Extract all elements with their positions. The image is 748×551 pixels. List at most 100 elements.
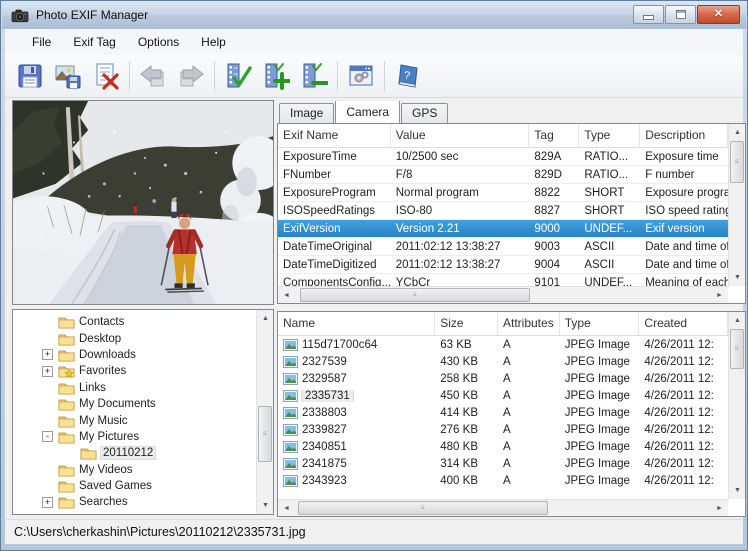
collapse-minus-icon[interactable]: - (42, 431, 53, 442)
tree-item-my-music[interactable]: +My Music (13, 412, 256, 428)
tree-item-saved-games[interactable]: +Saved Games (13, 478, 256, 494)
tree-item-contacts[interactable]: +Contacts (13, 314, 256, 330)
column-header[interactable]: Tag (529, 124, 579, 147)
files-horizontal-scrollbar[interactable]: ◄ ≡ ► (278, 499, 728, 516)
file-cell-created: 4/26/2011 12: (639, 475, 728, 487)
column-header[interactable]: Type (560, 312, 640, 335)
tree-item-label: Desktop (79, 333, 121, 345)
file-cell-attributes: A (498, 441, 560, 453)
tree-item-20110212[interactable]: +20110212 (13, 445, 256, 461)
expand-plus-icon[interactable]: + (42, 366, 53, 377)
column-header[interactable]: Type (579, 124, 640, 147)
tree-item-links[interactable]: +Links (13, 380, 256, 396)
options-button[interactable] (342, 57, 380, 95)
exif-table: Exif NameValueTagTypeDescriptionExposure… (278, 124, 728, 286)
arrow-left-icon (139, 62, 167, 90)
table-row[interactable]: 2339827276 KBAJPEG Image4/26/2011 12: (278, 421, 728, 438)
table-row[interactable]: 115d71700c6463 KBAJPEG Image4/26/2011 12… (278, 336, 728, 353)
table-row[interactable]: DateTimeOriginal2011:02:12 13:38:279003A… (278, 238, 728, 256)
add-tag-button[interactable] (257, 57, 295, 95)
scroll-left-icon[interactable]: ◄ (278, 500, 295, 517)
column-header[interactable]: Value (391, 124, 530, 147)
tree-item-my-documents[interactable]: +My Documents (13, 396, 256, 412)
exif-table-container: Exif NameValueTagTypeDescriptionExposure… (277, 123, 746, 304)
previous-image-button[interactable] (134, 57, 172, 95)
next-image-button[interactable] (172, 57, 210, 95)
scroll-up-icon[interactable]: ▲ (729, 312, 746, 329)
exif-cell-type: ASCII (579, 259, 640, 271)
column-header[interactable]: Attributes (498, 312, 560, 335)
tab-gps[interactable]: GPS (401, 103, 448, 123)
scroll-up-icon[interactable]: ▲ (729, 124, 746, 141)
table-row[interactable]: ISOSpeedRatingsISO-808827SHORTISO speed … (278, 202, 728, 220)
tab-camera[interactable]: Camera (335, 101, 400, 123)
table-row[interactable]: 2340851480 KBAJPEG Image4/26/2011 12: (278, 438, 728, 455)
expand-plus-icon[interactable]: + (42, 497, 53, 508)
file-cell-attributes: A (498, 373, 560, 385)
help-button[interactable]: ? (389, 57, 427, 95)
tree-item-searches[interactable]: +Searches (13, 494, 256, 510)
minimize-button[interactable] (633, 5, 664, 24)
table-row[interactable]: 2327539430 KBAJPEG Image4/26/2011 12: (278, 353, 728, 370)
files-vscroll-thumb[interactable]: ≡ (730, 329, 744, 369)
table-row[interactable]: 2338803414 KBAJPEG Image4/26/2011 12: (278, 404, 728, 421)
delete-list-button[interactable] (87, 57, 125, 95)
tab-image[interactable]: Image (279, 103, 334, 123)
close-button[interactable]: ✕ (697, 5, 740, 24)
verify-tags-button[interactable] (219, 57, 257, 95)
table-row[interactable]: 2343923400 KBAJPEG Image4/26/2011 12: (278, 472, 728, 489)
menu-item-options[interactable]: Options (127, 32, 190, 52)
column-header[interactable]: Exif Name (278, 124, 391, 147)
menu-item-file[interactable]: File (21, 32, 62, 52)
tree-item-label: Saved Games (79, 480, 152, 492)
image-file-icon (283, 407, 298, 419)
table-row[interactable]: DateTimeDigitized2011:02:12 13:38:279004… (278, 256, 728, 274)
column-header[interactable]: Created (639, 312, 728, 335)
scroll-down-icon[interactable]: ▼ (729, 269, 746, 286)
maximize-button[interactable] (665, 5, 696, 24)
tree-item-desktop[interactable]: +Desktop (13, 330, 256, 346)
exif-horizontal-scrollbar[interactable]: ◄ ≡ ► (278, 286, 728, 303)
table-row[interactable]: FNumberF/8829DRATIO...F number (278, 166, 728, 184)
menu-bar: File Exif Tag Options Help (5, 29, 743, 55)
tree-item-downloads[interactable]: +Downloads (13, 347, 256, 363)
save-list-button[interactable] (11, 57, 49, 95)
table-row[interactable]: 2329587258 KBAJPEG Image4/26/2011 12: (278, 370, 728, 387)
files-vertical-scrollbar[interactable]: ▲ ≡ ▼ (728, 312, 745, 499)
table-row[interactable]: ExposureProgramNormal program8822SHORTEx… (278, 184, 728, 202)
exif-cell-tag: 829D (529, 169, 579, 181)
save-image-button[interactable] (49, 57, 87, 95)
menu-item-exif-tag[interactable]: Exif Tag (62, 32, 126, 52)
tree-item-my-videos[interactable]: +My Videos (13, 462, 256, 478)
exif-vscroll-thumb[interactable]: ≡ (730, 141, 744, 183)
scroll-right-icon[interactable]: ► (711, 500, 728, 517)
scroll-right-icon[interactable]: ► (711, 287, 728, 304)
column-header[interactable]: Name (278, 312, 435, 335)
column-header[interactable]: Size (435, 312, 498, 335)
file-cell-attributes: A (498, 475, 560, 487)
column-header[interactable]: Description (640, 124, 728, 147)
tree-item-my-pictures[interactable]: -My Pictures (13, 429, 256, 445)
menu-item-help[interactable]: Help (190, 32, 237, 52)
scroll-down-icon[interactable]: ▼ (729, 482, 746, 499)
scroll-down-icon[interactable]: ▼ (257, 497, 274, 514)
file-name: 2327539 (302, 356, 347, 368)
table-row[interactable]: 2335731450 KBAJPEG Image4/26/2011 12: (278, 387, 728, 404)
scroll-up-icon[interactable]: ▲ (257, 310, 274, 327)
table-row[interactable]: ExifVersionVersion 2.219000UNDEF...Exif … (278, 220, 728, 238)
expand-plus-icon[interactable]: + (42, 349, 53, 360)
tree-vertical-scrollbar[interactable]: ▲ ≡ ▼ (256, 310, 273, 514)
table-row[interactable]: 2341875314 KBAJPEG Image4/26/2011 12: (278, 455, 728, 472)
tree-vscroll-thumb[interactable]: ≡ (258, 406, 272, 462)
film-add-icon (262, 62, 290, 90)
title-bar[interactable]: Photo EXIF Manager ✕ (2, 1, 746, 29)
files-hscroll-thumb[interactable]: ≡ (298, 501, 548, 515)
exif-hscroll-thumb[interactable]: ≡ (300, 288, 530, 302)
exif-vertical-scrollbar[interactable]: ▲ ≡ ▼ (728, 124, 745, 286)
remove-tag-button[interactable] (295, 57, 333, 95)
tree-item-favorites[interactable]: +Favorites (13, 363, 256, 379)
table-row[interactable]: ExposureTime10/2500 sec829ARATIO...Expos… (278, 148, 728, 166)
scroll-left-icon[interactable]: ◄ (278, 287, 295, 304)
status-path: C:\Users\cherkashin\Pictures\20110212\23… (14, 525, 306, 539)
exif-cell-name: ExposureProgram (278, 187, 391, 199)
